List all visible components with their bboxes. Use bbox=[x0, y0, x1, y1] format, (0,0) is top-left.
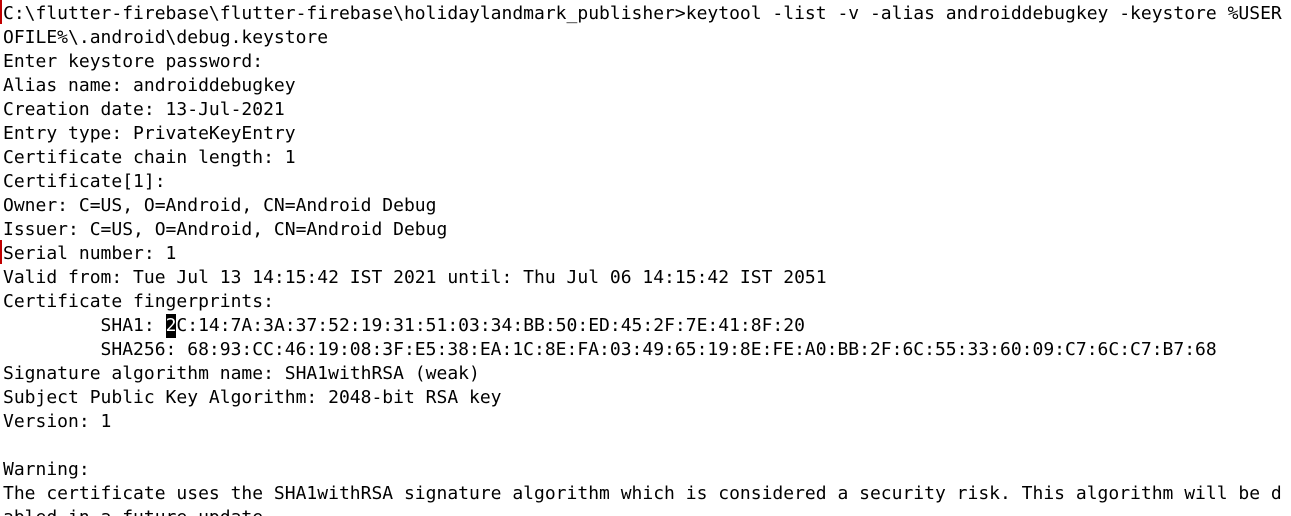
sha256-fingerprint-line: SHA256: 68:93:CC:46:19:08:3F:E5:38:EA:1C… bbox=[3, 339, 1217, 360]
creation-date-line: Creation date: 13-Jul-2021 bbox=[3, 99, 285, 120]
edge-marker bbox=[0, 0, 2, 24]
version-line: Version: 1 bbox=[3, 411, 112, 432]
certificate-header: Certificate[1]: bbox=[3, 171, 166, 192]
sha1-fingerprint-line: SHA1: 2C:14:7A:3A:37:52:19:31:51:03:34:B… bbox=[3, 314, 805, 338]
edge-marker bbox=[0, 240, 2, 264]
public-key-algorithm-line: Subject Public Key Algorithm: 2048-bit R… bbox=[3, 387, 502, 408]
alias-name-line: Alias name: androiddebugkey bbox=[3, 75, 296, 96]
chain-length-line: Certificate chain length: 1 bbox=[3, 147, 296, 168]
warning-header: Warning: bbox=[3, 459, 90, 480]
warning-text: The certificate uses the SHA1withRSA sig… bbox=[3, 483, 1282, 504]
sha1-label: SHA1: bbox=[3, 315, 166, 336]
warning-text-wrap: abled in a future update. bbox=[3, 506, 274, 516]
serial-number-line: Serial number: 1 bbox=[3, 243, 177, 264]
command-line: C:\flutter-firebase\flutter-firebase\hol… bbox=[3, 3, 1282, 24]
validity-line: Valid from: Tue Jul 13 14:15:42 IST 2021… bbox=[3, 267, 827, 288]
owner-line: Owner: C=US, O=Android, CN=Android Debug bbox=[3, 195, 437, 216]
command-line-wrap: OFILE%\.android\debug.keystore bbox=[3, 27, 329, 48]
signature-algorithm-line: Signature algorithm name: SHA1withRSA (w… bbox=[3, 363, 480, 384]
text-cursor: 2 bbox=[165, 314, 177, 338]
issuer-line: Issuer: C=US, O=Android, CN=Android Debu… bbox=[3, 219, 448, 240]
terminal-output[interactable]: C:\flutter-firebase\flutter-firebase\hol… bbox=[0, 0, 1291, 516]
fingerprints-header: Certificate fingerprints: bbox=[3, 291, 274, 312]
password-prompt: Enter keystore password: bbox=[3, 51, 264, 72]
entry-type-line: Entry type: PrivateKeyEntry bbox=[3, 123, 296, 144]
sha1-value: C:14:7A:3A:37:52:19:31:51:03:34:BB:50:ED… bbox=[176, 315, 805, 336]
